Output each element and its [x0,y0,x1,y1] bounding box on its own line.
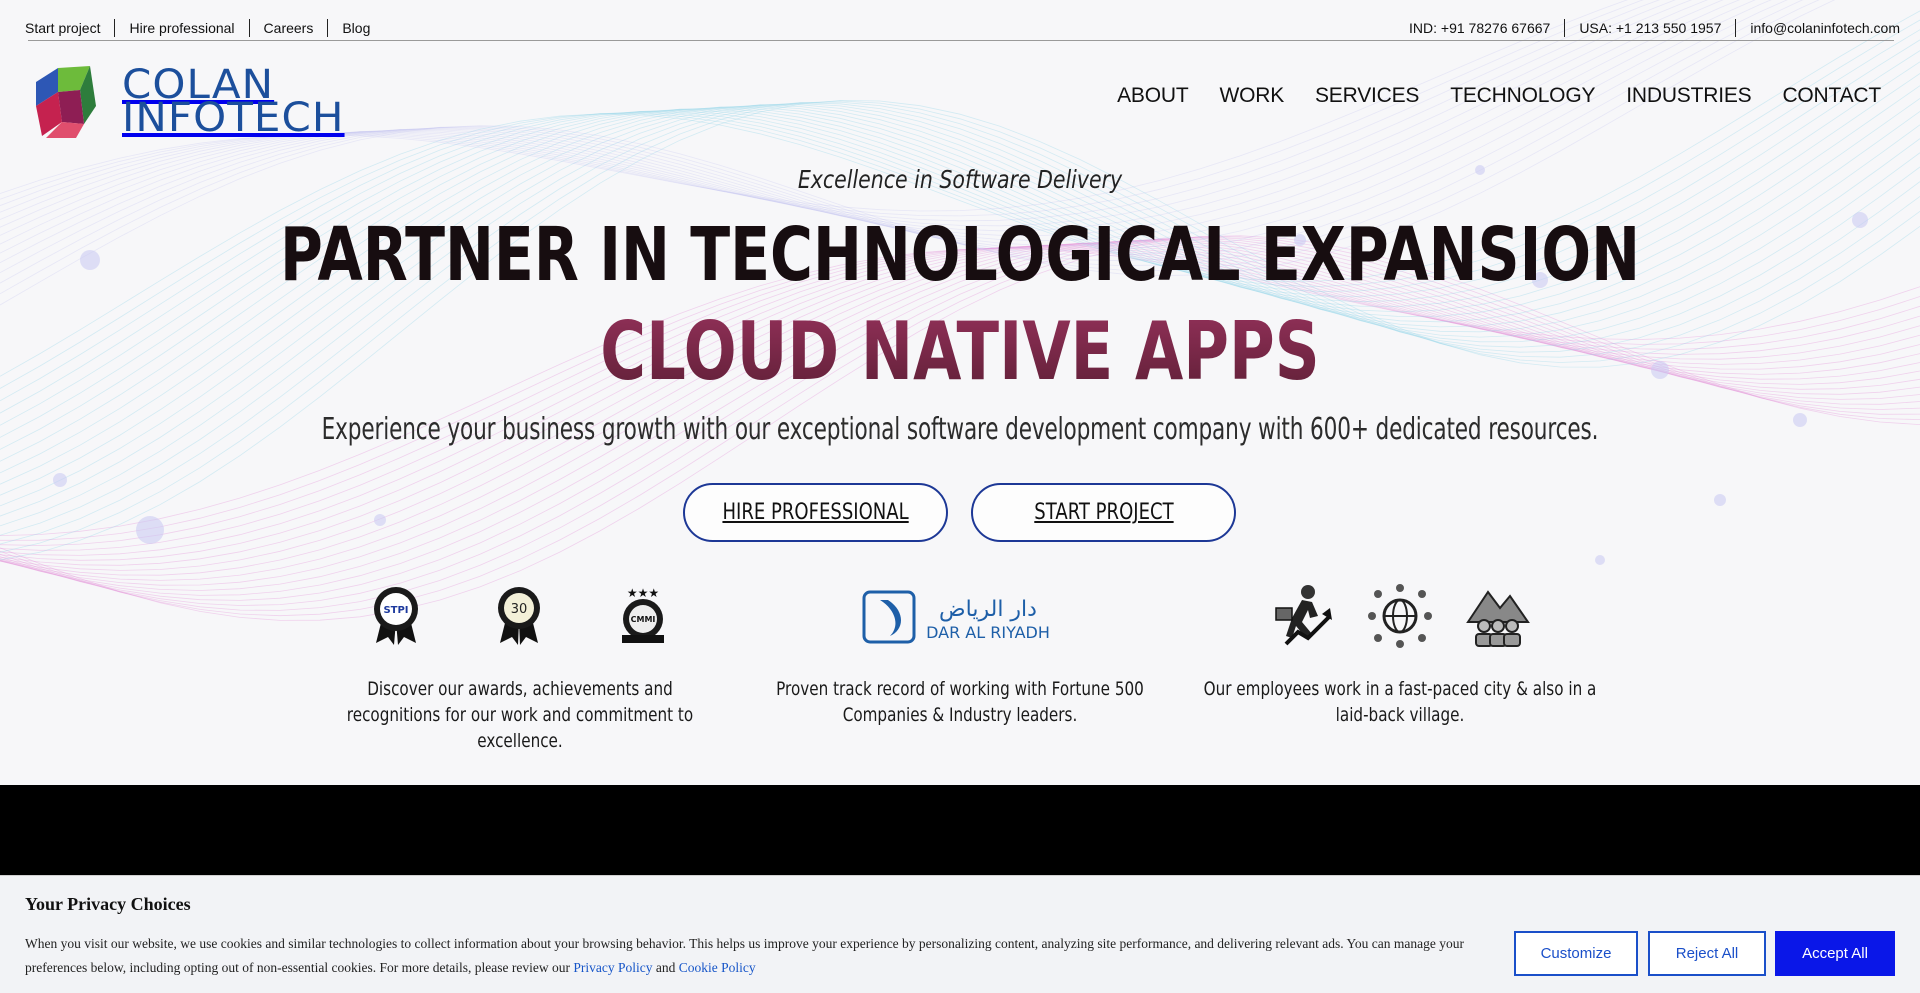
cmmi-badge-icon: ★★★ CMMI [622,586,664,643]
rotating-text-value: CLOUD NATIVE APPS [600,305,1320,398]
nav-work[interactable]: WORK [1219,84,1284,108]
nav-about[interactable]: ABOUT [1117,84,1189,108]
bokeh-dot [1714,494,1726,506]
stpi-badge-icon: STPI [374,587,418,645]
bokeh-dot [1595,555,1605,565]
award-badges: STPI 30 ★★★ CMMI [310,580,730,652]
clients-text: Proven track record of working with Fort… [776,678,1144,726]
accept-all-button[interactable]: Accept All [1775,931,1895,976]
cookie-policy-link[interactable]: Cookie Policy [679,960,756,975]
cookie-description: When you visit our website, we use cooki… [25,932,1495,980]
stpi-badge-text: STPI [383,605,408,616]
nav-services[interactable]: SERVICES [1315,84,1419,108]
dark-section [0,785,1920,875]
nav-contact[interactable]: CONTACT [1782,84,1881,108]
bokeh-dot [1793,413,1807,427]
top-contacts: IND: +91 78276 67667 USA: +1 213 550 195… [1395,19,1900,37]
hero-headline: PARTNER IN TECHNOLOGICAL EXPANSION [279,212,1640,298]
bokeh-dot [136,516,164,544]
logo-line-2: INFOTECH [122,95,345,141]
bokeh-dot [374,514,386,526]
customize-button[interactable]: Customize [1514,931,1638,976]
dar-al-riyadh-logo: دار الرياض DAR AL RIYADH [862,590,1050,644]
cookie-banner: Your Privacy Choices When you visit our … [0,875,1920,993]
running-businessman-icon [1275,585,1332,646]
employee-icons [1190,580,1610,652]
top-links: Start project Hire professional Careers … [25,19,384,37]
dar-latin-text: DAR AL RIYADH [926,623,1050,642]
bokeh-dot [53,473,67,487]
logo-cube-icon [36,66,96,138]
top-link-hire-professional[interactable]: Hire professional [115,19,248,37]
top-link-start-project[interactable]: Start project [25,19,114,37]
logo-wordmark: COLAN INFOTECH [122,65,345,141]
cookie-title: Your Privacy Choices [25,894,191,914]
top-bar: Start project Hire professional Careers … [25,15,1900,41]
bokeh-dot [80,250,100,270]
global-network-icon [1368,584,1432,648]
awards-block: STPI 30 ★★★ CMMI Discover our awards, ac… [310,580,730,754]
thirty-years-badge-icon: 30 [498,587,540,645]
employees-block: Our employees work in a fast-paced city … [1190,580,1610,728]
main-nav: ABOUT WORK SERVICES TECHNOLOGY INDUSTRIE… [1117,84,1881,108]
thirty-badge-text: 30 [511,602,528,617]
bokeh-dot [1852,212,1868,228]
dar-arabic-text: دار الرياض [939,597,1037,622]
cookie-and-text: and [655,960,676,975]
top-link-careers[interactable]: Careers [250,19,328,37]
nav-industries[interactable]: INDUSTRIES [1626,84,1751,108]
email-link[interactable]: info@colaninfotech.com [1736,19,1900,37]
top-link-blog[interactable]: Blog [328,19,384,37]
start-project-button[interactable]: START PROJECT [971,483,1236,542]
svg-text:★★★: ★★★ [627,586,659,600]
reject-all-button[interactable]: Reject All [1648,931,1766,976]
start-project-label: START PROJECT [1033,500,1174,525]
nav-technology[interactable]: TECHNOLOGY [1450,84,1595,108]
client-logo: دار الرياض DAR AL RIYADH [750,580,1170,652]
hero-subline: Experience your business growth with our… [321,412,1599,447]
hero-rotating-text: CLOUD NATIVE APPS [211,306,1709,398]
phone-usa-link[interactable]: USA: +1 213 550 1957 [1565,19,1735,37]
hero-tagline: Excellence in Software Delivery [797,165,1123,194]
clients-block: دار الرياض DAR AL RIYADH Proven track re… [750,580,1170,728]
phone-india-link[interactable]: IND: +91 78276 67667 [1395,19,1564,37]
hire-professional-label: HIRE PROFESSIONAL [722,500,909,525]
privacy-policy-link[interactable]: Privacy Policy [573,960,652,975]
awards-text: Discover our awards, achievements and re… [346,678,694,752]
employees-text: Our employees work in a fast-paced city … [1203,678,1597,726]
village-community-icon [1466,590,1530,647]
cmmi-badge-text: CMMI [631,615,656,624]
top-rule [28,40,1894,41]
site-logo[interactable]: COLAN INFOTECH [24,62,394,142]
hire-professional-button[interactable]: HIRE PROFESSIONAL [683,483,948,542]
